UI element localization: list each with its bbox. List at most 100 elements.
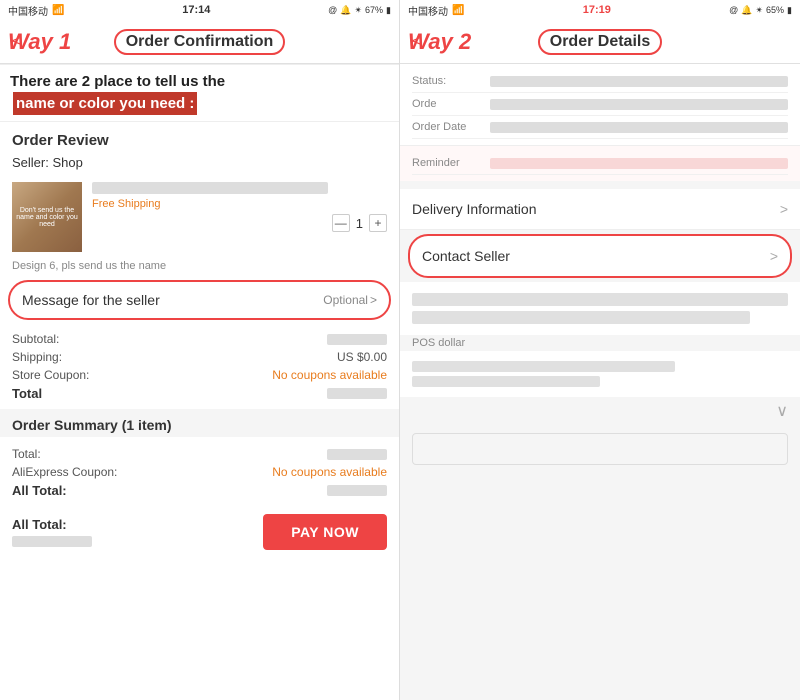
subtotal-label: Subtotal: <box>12 332 59 346</box>
product-details: Free Shipping — 1 + <box>92 182 387 232</box>
product-image: Don't send us the name and color you nee… <box>12 182 82 252</box>
status-label: Status: <box>412 75 482 87</box>
left-battery: @ 🔔 ✴ 67% ▮ <box>328 5 391 16</box>
right-blurred-section <box>400 282 800 335</box>
delivery-row[interactable]: Delivery Information > <box>400 189 800 230</box>
right-time: 17:19 <box>583 4 611 16</box>
left-content: Order Review Seller: Shop Don't send us … <box>0 122 399 700</box>
battery-icon: ▮ <box>386 5 391 16</box>
qty-plus-button[interactable]: + <box>369 214 387 232</box>
optional-label: Optional > <box>323 293 377 307</box>
left-status-bar: 中国移动 📶 17:14 @ 🔔 ✴ 67% ▮ <box>0 0 399 20</box>
left-panel: 中国移动 📶 17:14 @ 🔔 ✴ 67% ▮ Way 1 < Order C… <box>0 0 400 700</box>
optional-chevron: > <box>370 293 377 307</box>
status-field-row: Status: <box>412 70 788 93</box>
right-blurred-section-2 <box>400 351 800 397</box>
blur-row-1 <box>412 293 788 306</box>
pos-dollar-text: POS dollar <box>400 335 800 351</box>
left-carrier: 中国移动 📶 <box>8 3 64 18</box>
shipping-row: Shipping: US $0.00 <box>12 348 387 366</box>
seller-label: Seller: Shop <box>0 153 399 176</box>
delivery-label: Delivery Information <box>412 201 537 217</box>
status-value-blur <box>490 76 788 87</box>
left-back-button[interactable]: < <box>12 33 21 51</box>
ali-coupon-label: AliExpress Coupon: <box>12 465 117 479</box>
order-summary-title: Order Summary (1 item) <box>12 417 387 433</box>
store-coupon-label: Store Coupon: <box>12 368 89 382</box>
overlay-part1: There are 2 place to tell us the <box>10 71 225 92</box>
right-chevron-icon: < <box>412 33 421 51</box>
all-total-bottom-blur <box>12 536 92 547</box>
subtotal-row: Subtotal: <box>12 330 387 348</box>
product-row: Don't send us the name and color you nee… <box>0 176 399 258</box>
blur-row-2 <box>412 311 750 324</box>
blur-row-sm-1 <box>412 361 675 372</box>
right-carrier: 中国移动 📶 <box>408 3 464 18</box>
qty-minus-button[interactable]: — <box>332 214 350 232</box>
all-total-label: All Total: <box>12 483 67 498</box>
order-date-blur <box>490 122 788 133</box>
ali-coupon-row: AliExpress Coupon: No coupons available <box>12 463 387 481</box>
contact-seller-row[interactable]: Contact Seller > <box>408 234 792 278</box>
right-battery-pct: 65% <box>766 5 784 15</box>
left-page-title: Order Confirmation <box>114 29 286 55</box>
message-for-seller-row[interactable]: Message for the seller Optional > <box>8 280 391 320</box>
right-location-icon: @ <box>729 5 738 15</box>
dropdown-row[interactable]: ∨ <box>400 397 800 425</box>
carrier-text: 中国移动 <box>8 3 48 18</box>
product-note: Design 6, pls send us the name <box>0 258 399 276</box>
shipping-label: Shipping: <box>12 350 62 364</box>
location-icon: @ <box>328 5 337 15</box>
bluetooth-icon: ✴ <box>354 5 362 16</box>
product-name-blur <box>92 182 328 194</box>
order-summary-section: Order Summary (1 item) <box>0 409 399 437</box>
ali-no-coupons[interactable]: No coupons available <box>272 465 387 479</box>
order-date-label: Order Date <box>412 121 482 133</box>
pay-now-button[interactable]: PAY NOW <box>263 514 387 550</box>
order-value-blur <box>490 99 788 110</box>
right-panel: 中国移动 📶 17:19 @ 🔔 ✴ 65% ▮ Way 2 < Order D… <box>400 0 800 700</box>
summary-rows: Total: AliExpress Coupon: No coupons ava… <box>0 441 399 504</box>
order-review-title: Order Review <box>0 122 399 153</box>
left-chevron-icon: < <box>12 33 21 51</box>
overlay-banner: There are 2 place to tell us the name or… <box>0 64 399 122</box>
order-label: Orde <box>412 98 482 110</box>
optional-text: Optional <box>323 293 368 307</box>
right-bluetooth-icon: ✴ <box>755 5 763 16</box>
summary-total-blur <box>327 449 387 460</box>
contact-seller-chevron-icon: > <box>770 248 778 264</box>
store-coupon-row: Store Coupon: No coupons available <box>12 366 387 384</box>
left-header: Way 1 < Order Confirmation <box>0 20 399 64</box>
right-carrier-text: 中国移动 <box>408 3 448 18</box>
message-seller-label: Message for the seller <box>22 292 160 308</box>
order-field-row: Orde <box>412 93 788 116</box>
subtotal-value-blur <box>327 334 387 345</box>
qty-number: 1 <box>356 216 363 231</box>
product-image-inner: Don't send us the name and color you nee… <box>12 182 82 252</box>
no-coupons-label[interactable]: No coupons available <box>272 368 387 382</box>
left-time: 17:14 <box>182 4 210 16</box>
total-value-blur <box>327 388 387 399</box>
all-total-bottom-section: All Total: <box>12 517 92 547</box>
quantity-row: — 1 + <box>92 214 387 232</box>
delivery-chevron-icon: > <box>780 201 788 217</box>
right-status-section: Status: Orde Order Date <box>400 64 800 145</box>
total-label: Total <box>12 386 42 401</box>
shipping-cost: US $0.00 <box>337 350 387 364</box>
product-shipping-label: Free Shipping <box>92 198 387 210</box>
blur-row-sm-2 <box>412 376 600 387</box>
right-back-button[interactable]: < <box>412 33 421 51</box>
right-sound-icon: 🔔 <box>741 5 752 16</box>
price-section: Subtotal: Shipping: US $0.00 Store Coupo… <box>0 324 399 409</box>
right-wifi-icon: 📶 <box>452 5 464 16</box>
all-total-blur <box>327 485 387 496</box>
wifi-icon: 📶 <box>52 5 64 16</box>
reminder-value-blur <box>490 158 788 169</box>
summary-total-row: Total: <box>12 445 387 463</box>
overlay-part2: name or color you need : <box>13 92 197 115</box>
dropdown-chevron-icon: ∨ <box>776 401 788 421</box>
input-box[interactable] <box>412 433 788 465</box>
sound-icon: 🔔 <box>340 5 351 16</box>
all-total-bottom-label: All Total: <box>12 517 92 532</box>
total-row: Total <box>12 384 387 403</box>
